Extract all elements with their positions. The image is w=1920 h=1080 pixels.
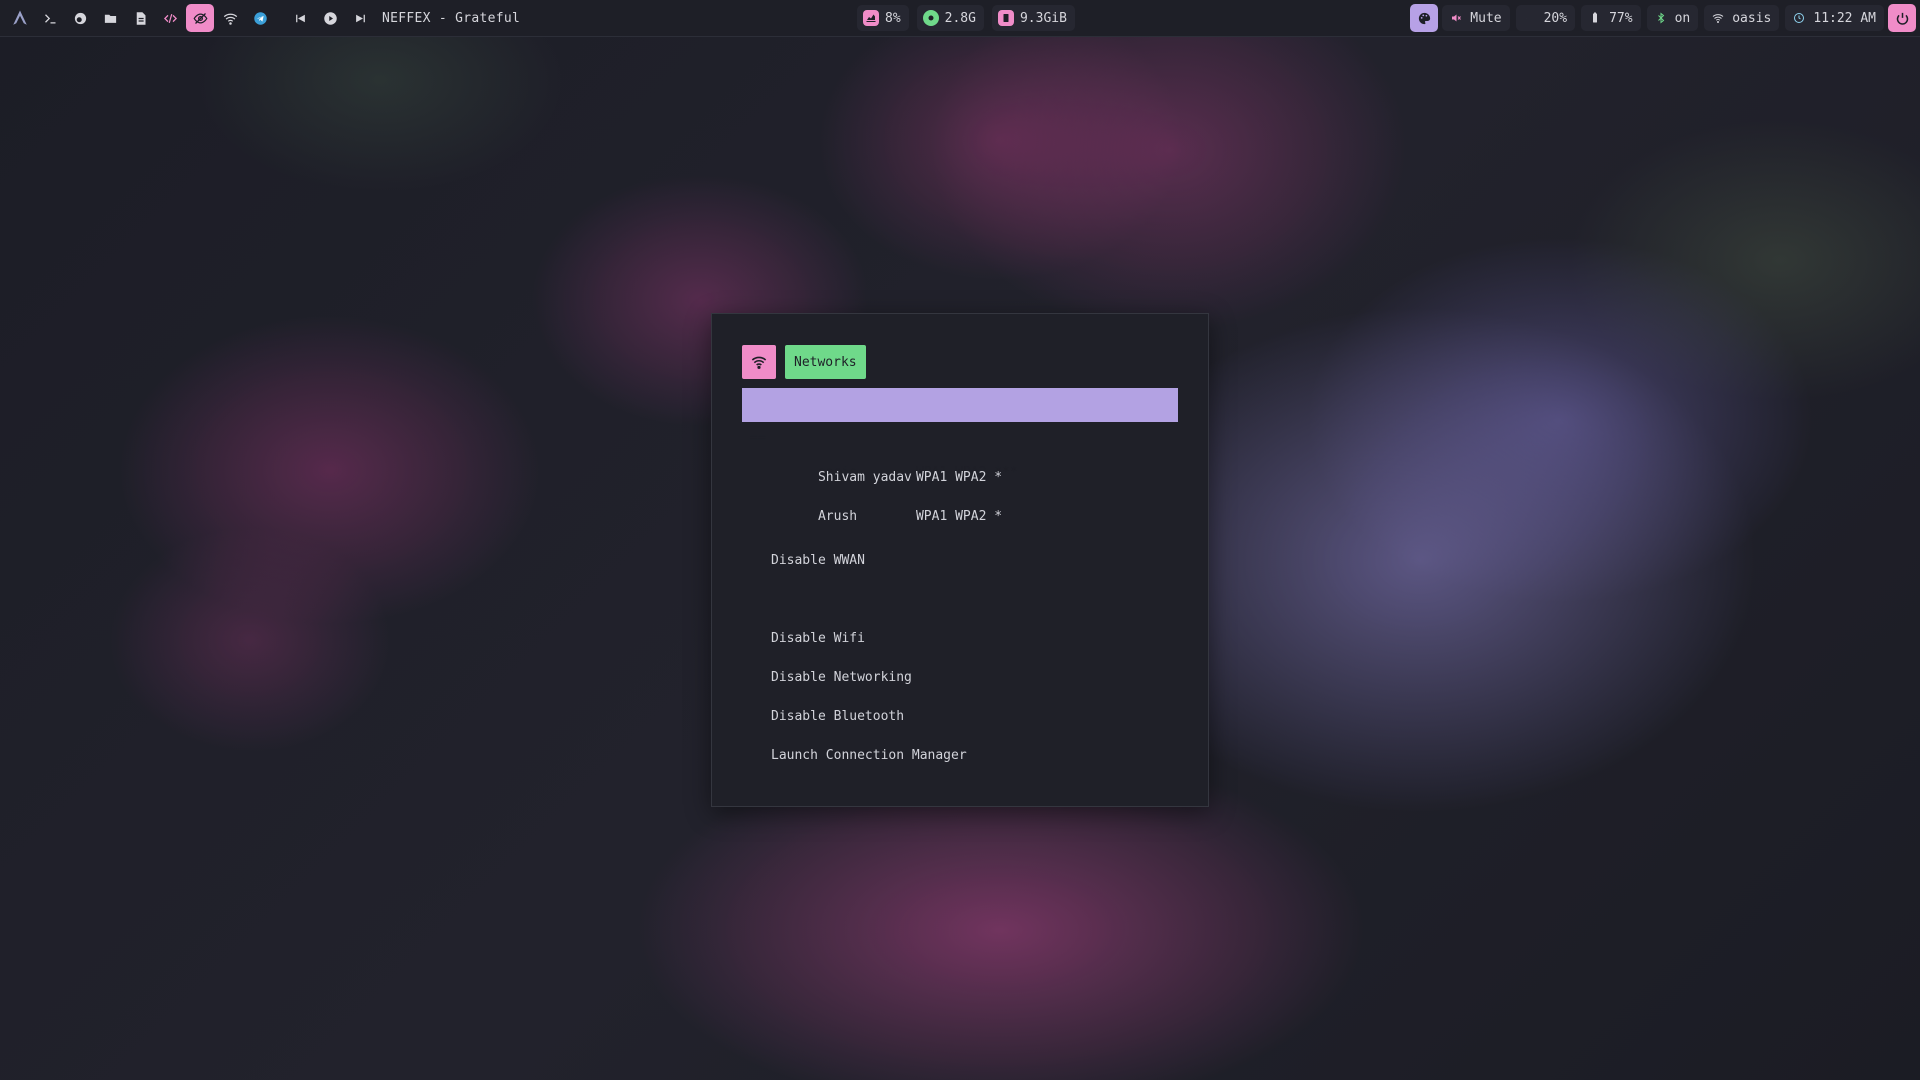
moon-icon [1522, 10, 1538, 26]
disk-value: 9.3GiB [1019, 10, 1067, 26]
speaker-mute-icon [1448, 10, 1464, 26]
network-item-oasis[interactable]: == oasis WPA1 WPA2 *** [742, 388, 1178, 480]
wifi-icon [742, 345, 776, 379]
menu-spacer [742, 505, 1178, 539]
network-menu: Networks == oasis WPA1 WPA2 *** Shivam ya… [711, 313, 1209, 807]
bluetooth-icon [1653, 10, 1669, 26]
previous-icon[interactable] [286, 4, 314, 32]
bar-right-section: Mute 20% 77% on oasis 11:22 AM [1410, 0, 1920, 36]
wifi-icon[interactable] [216, 4, 244, 32]
volume-value: Mute [1470, 10, 1502, 26]
wifi-status-icon [1710, 10, 1726, 26]
menu-spacer [742, 583, 1178, 617]
play-icon[interactable] [316, 4, 344, 32]
disable-wifi-item[interactable]: Disable Wifi [742, 622, 1178, 656]
clock-stat[interactable]: 11:22 AM [1785, 5, 1884, 31]
disable-bluetooth-item[interactable]: Disable Bluetooth [742, 700, 1178, 734]
battery-stat[interactable]: 77% [1581, 5, 1641, 31]
bar-system-stats: 8% 2.8G 9.3GiB [855, 0, 1077, 36]
top-bar: NEFFEX - Grateful 8% 2.8G 9.3GiB Mute 20… [0, 0, 1920, 37]
brightness-stat[interactable]: 20% [1515, 5, 1576, 31]
palette-icon[interactable] [1410, 4, 1439, 32]
memory-icon [922, 10, 939, 26]
network-menu-title: Networks [785, 345, 866, 379]
folder-icon[interactable] [96, 4, 124, 32]
battery-icon [1587, 10, 1603, 26]
bluetooth-value: on [1674, 10, 1691, 26]
cpu-stat[interactable]: 8% [857, 5, 909, 31]
disk-icon [997, 10, 1014, 26]
wifi-ssid-value: oasis [1732, 10, 1772, 26]
bluetooth-stat[interactable]: on [1646, 5, 1699, 31]
ram-stat[interactable]: 2.8G [916, 5, 984, 31]
volume-stat[interactable]: Mute [1442, 5, 1510, 31]
terminal-icon[interactable] [36, 4, 64, 32]
network-item-shivam-yadav[interactable]: Shivam yadav WPA1 WPA2 * [742, 427, 1178, 485]
network-item-arush[interactable]: Arush WPA1 WPA2 * [742, 466, 1178, 524]
bar-left-section: NEFFEX - Grateful [0, 0, 520, 36]
next-icon[interactable] [346, 4, 374, 32]
cpu-value: 8% [885, 10, 901, 26]
eye-icon[interactable] [186, 4, 214, 32]
disable-networking-item[interactable]: Disable Networking [742, 661, 1178, 695]
ram-value: 2.8G [944, 10, 976, 26]
time-value: 11:22 AM [1813, 10, 1876, 26]
arch-logo-icon[interactable] [6, 4, 34, 32]
cpu-chart-icon [863, 10, 879, 26]
wifi-stat[interactable]: oasis [1704, 5, 1780, 31]
power-icon[interactable] [1888, 4, 1916, 32]
disk-stat[interactable]: 9.3GiB [991, 5, 1075, 31]
disable-wwan-item[interactable]: Disable WWAN [742, 544, 1178, 578]
now-playing-title[interactable]: NEFFEX - Grateful [382, 11, 520, 26]
network-menu-header: Networks [742, 345, 866, 379]
network-list: == oasis WPA1 WPA2 *** Shivam yadav WPA1 W… [742, 388, 1178, 778]
telegram-icon[interactable] [246, 4, 274, 32]
firefox-icon[interactable] [66, 4, 94, 32]
battery-value: 77% [1609, 10, 1633, 26]
brightness-value: 20% [1543, 10, 1568, 26]
clock-icon [1791, 10, 1807, 26]
document-icon[interactable] [126, 4, 154, 32]
launch-connection-manager-item[interactable]: Launch Connection Manager [742, 739, 1178, 773]
code-icon[interactable] [156, 4, 184, 32]
